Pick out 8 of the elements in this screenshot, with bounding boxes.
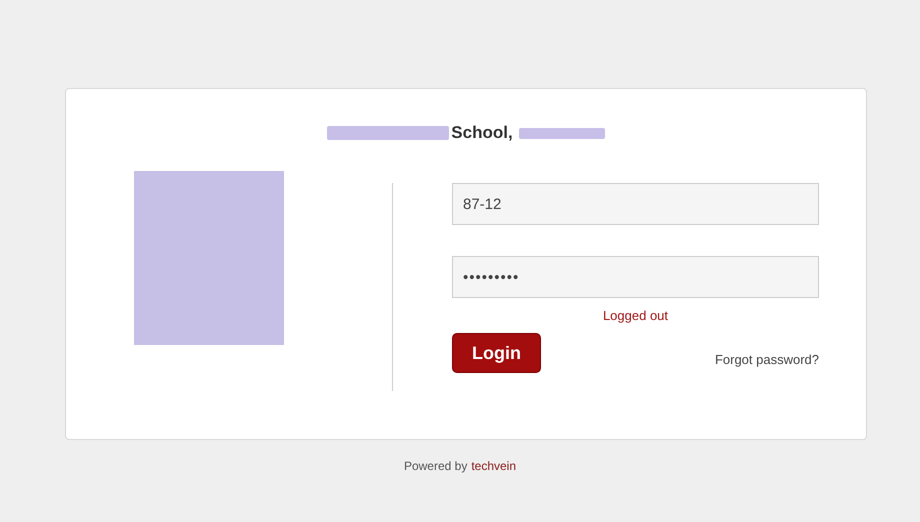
status-message: Logged out (602, 308, 668, 323)
password-field[interactable]: ••••••••• (452, 256, 819, 298)
username-field[interactable]: 87-12 (452, 183, 819, 225)
forgot-password-link[interactable]: Forgot password? (714, 352, 819, 366)
techvein-link[interactable]: techvein (471, 459, 516, 473)
login-button[interactable]: Login (452, 333, 541, 373)
powered-by-text: Powered by (404, 459, 468, 473)
school-title: School, (451, 123, 513, 143)
